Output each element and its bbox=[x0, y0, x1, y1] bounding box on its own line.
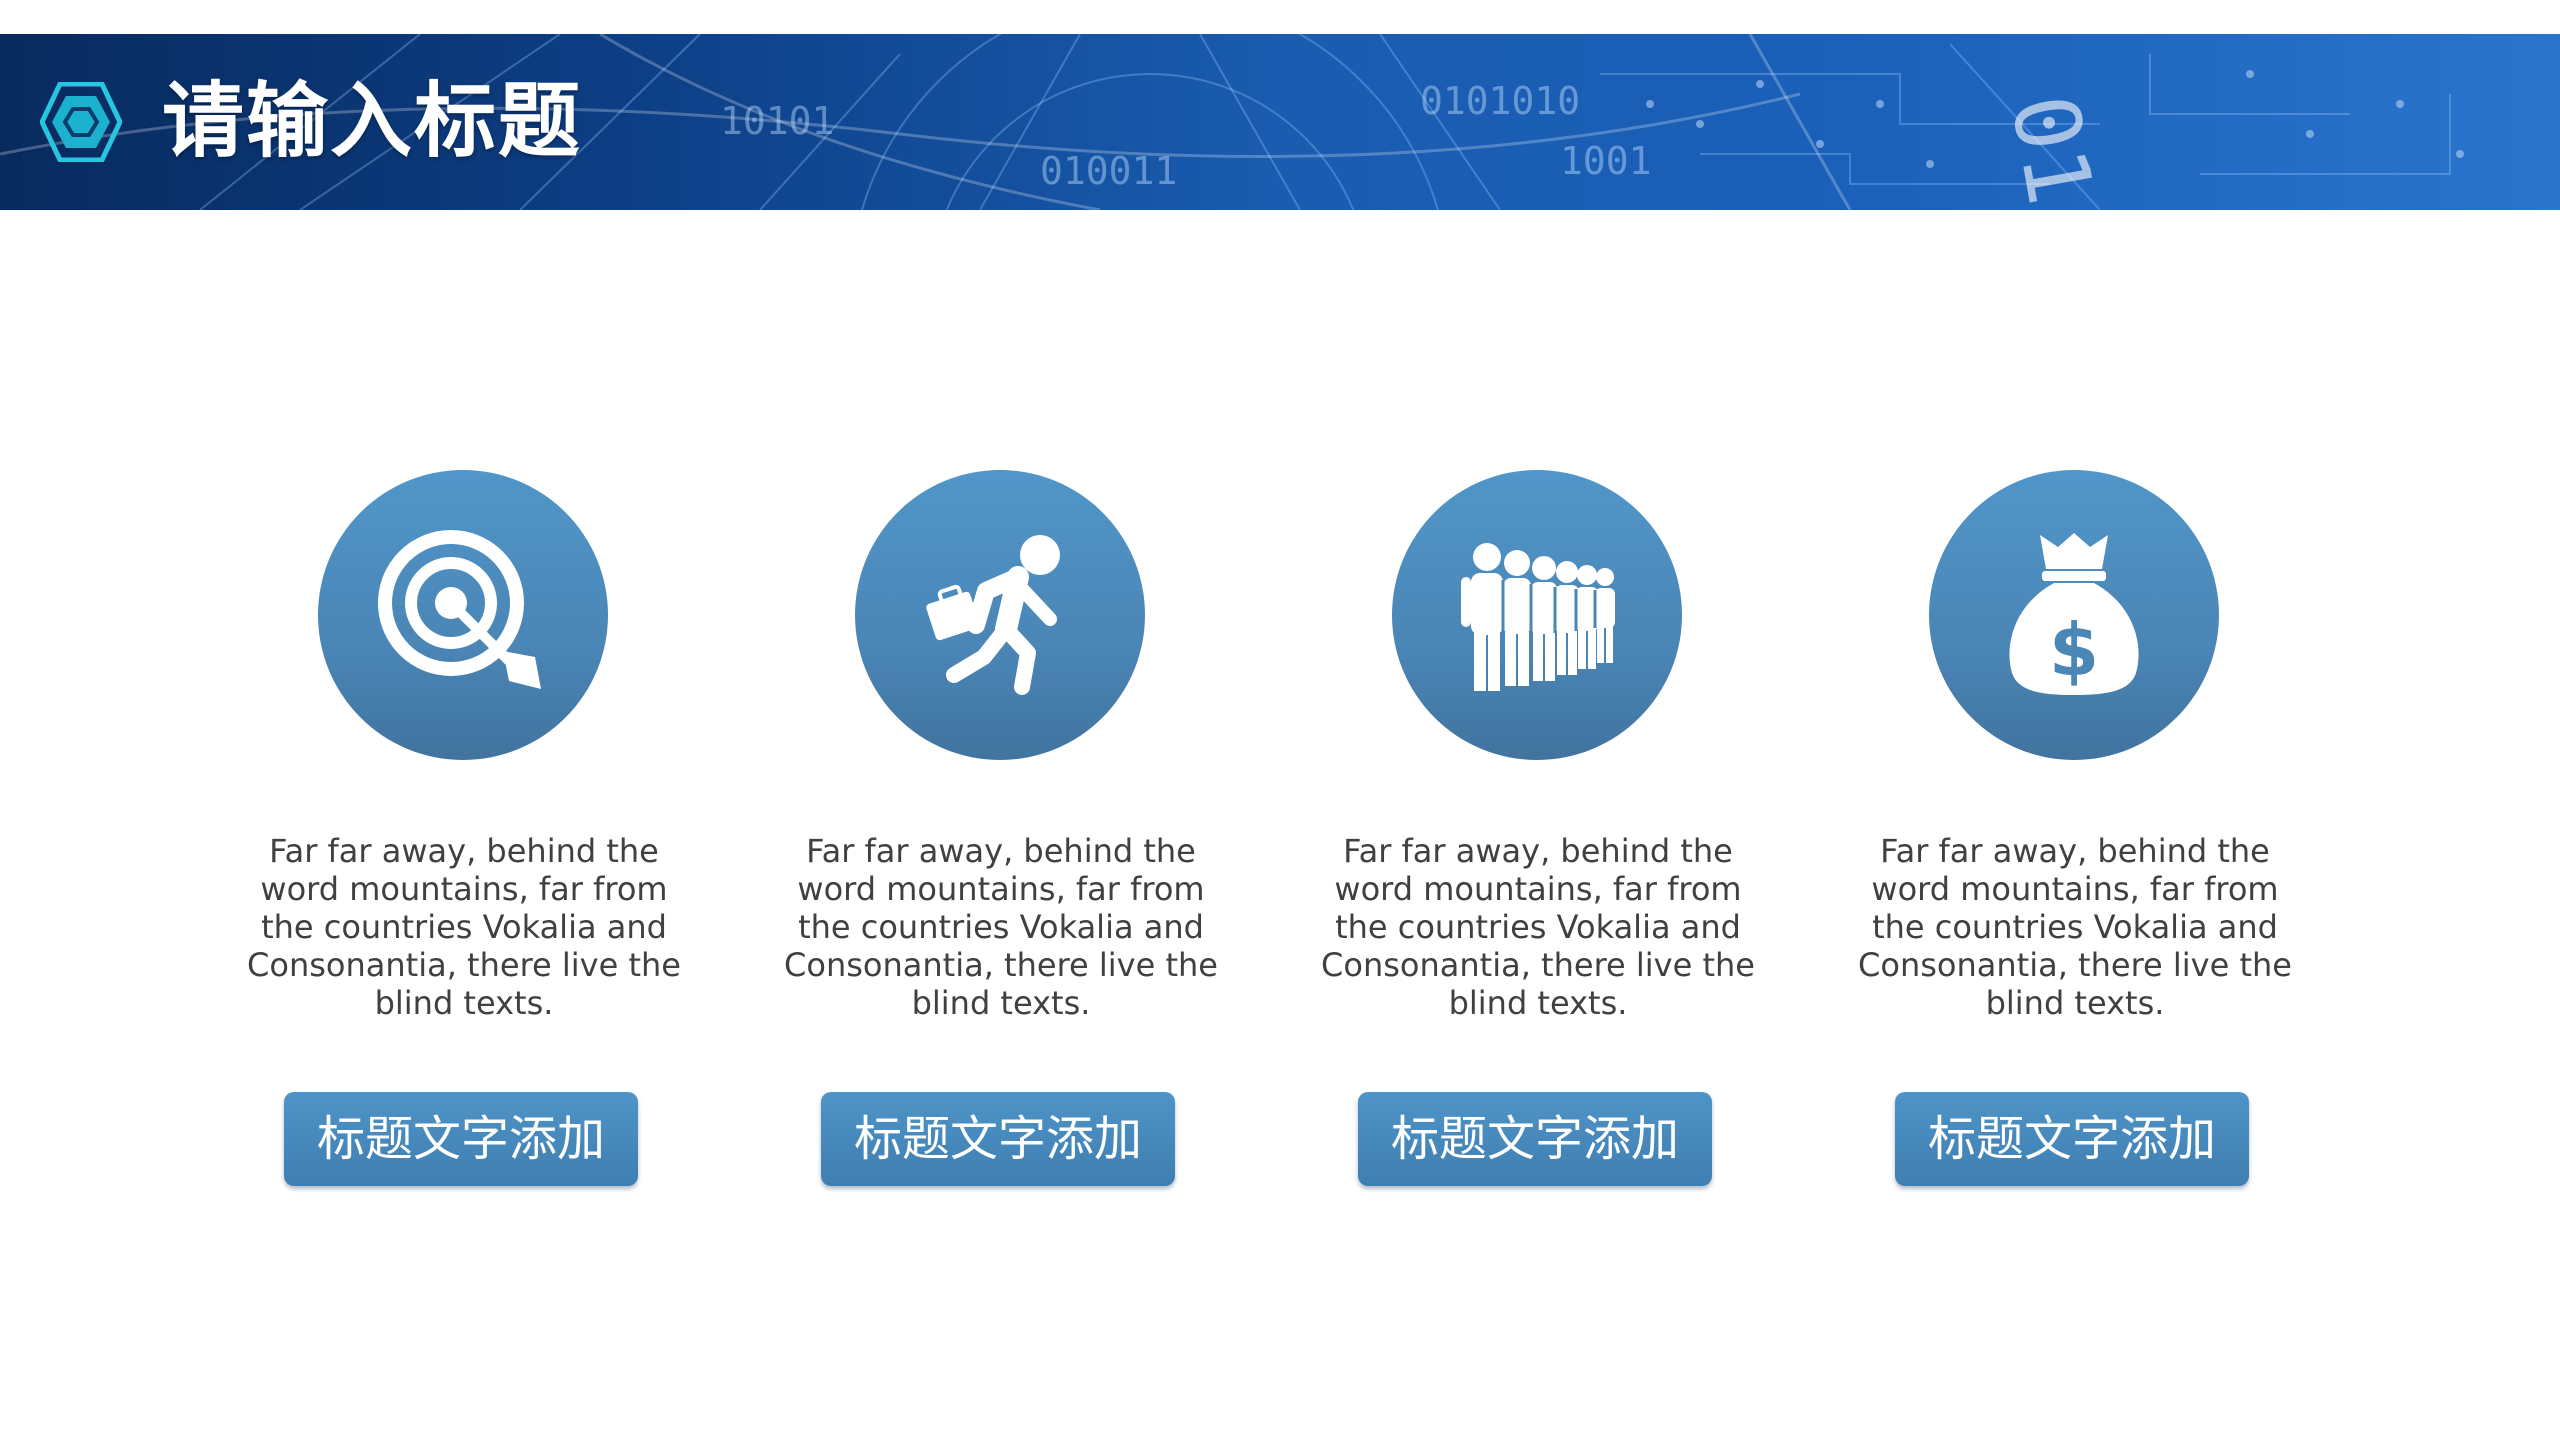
card-description: Far far away, behind the word mountains,… bbox=[1858, 832, 2292, 1022]
people-queue-icon bbox=[1461, 543, 1615, 691]
card-description: Far far away, behind the word mountains,… bbox=[1321, 832, 1755, 1022]
svg-text:0101010: 0101010 bbox=[1420, 79, 1580, 123]
card-description: Far far away, behind the word mountains,… bbox=[784, 832, 1218, 1022]
target-arrow-icon bbox=[378, 530, 541, 689]
card-title-button[interactable]: 标题文字添加 bbox=[1358, 1092, 1712, 1186]
icon-circle bbox=[318, 470, 608, 760]
header-banner: 10101 010011 0101010 1001 01 请输入标题 bbox=[0, 34, 2560, 210]
svg-text:$: $ bbox=[2049, 608, 2099, 692]
svg-text:01: 01 bbox=[1990, 87, 2112, 210]
icon-circle bbox=[855, 470, 1145, 760]
svg-text:10101: 10101 bbox=[720, 99, 834, 143]
card-title-button[interactable]: 标题文字添加 bbox=[284, 1092, 638, 1186]
svg-text:1001: 1001 bbox=[1560, 139, 1652, 183]
icon-circle bbox=[1392, 470, 1682, 760]
card-title-button[interactable]: 标题文字添加 bbox=[1895, 1092, 2249, 1186]
page-title: 请输入标题 bbox=[162, 74, 583, 169]
hexagon-icon bbox=[40, 82, 122, 162]
money-bag-icon: $ bbox=[2009, 533, 2139, 695]
slide: 10101 010011 0101010 1001 01 请输入标题 Far f… bbox=[0, 0, 2560, 1440]
card-description: Far far away, behind the word mountains,… bbox=[247, 832, 681, 1022]
icon-circle: $ bbox=[1929, 470, 2219, 760]
svg-text:010011: 010011 bbox=[1040, 149, 1177, 193]
card-title-button[interactable]: 标题文字添加 bbox=[821, 1092, 1175, 1186]
running-businessman-icon bbox=[926, 535, 1060, 695]
